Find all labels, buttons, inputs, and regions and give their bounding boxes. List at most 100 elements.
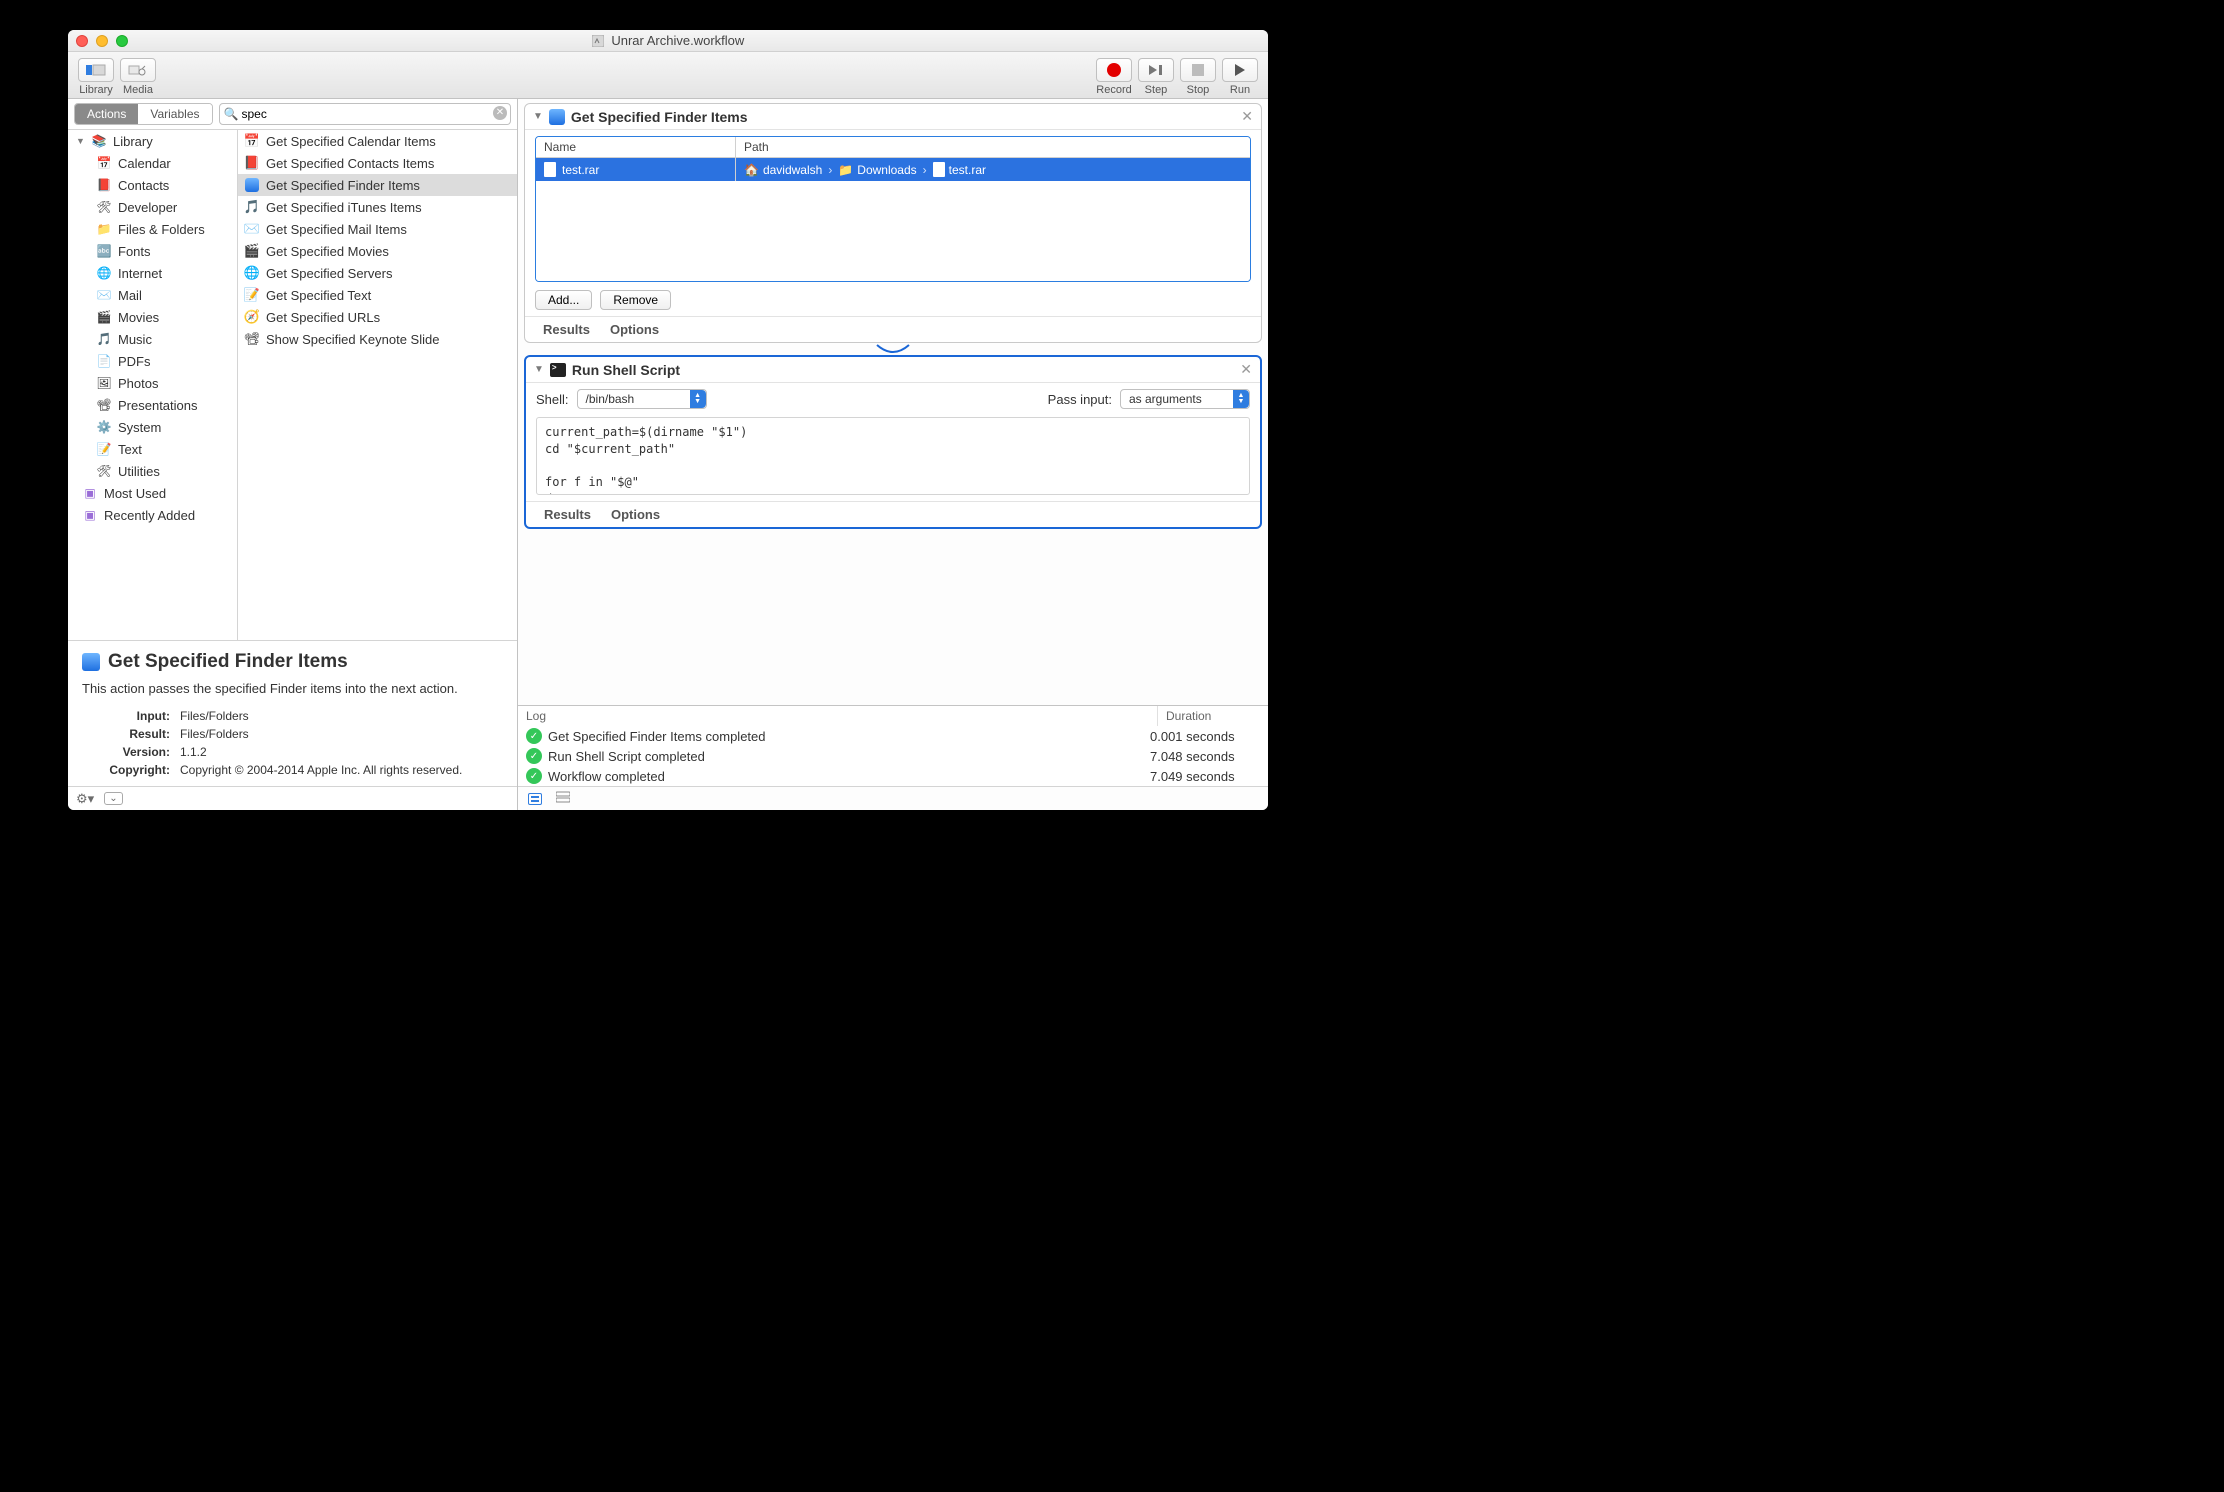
document-icon <box>544 162 556 177</box>
category-icon: 🔤 <box>96 243 112 259</box>
document-icon <box>933 162 945 177</box>
action-list-item[interactable]: 📝Get Specified Text <box>238 284 517 306</box>
pass-input-label: Pass input: <box>1048 392 1112 407</box>
options-tab[interactable]: Options <box>611 507 660 522</box>
smart-folder-icon: ▣ <box>82 507 98 523</box>
action-list-item[interactable]: 🎵Get Specified iTunes Items <box>238 196 517 218</box>
library-category[interactable]: 🌐Internet <box>68 262 237 284</box>
script-textarea[interactable]: current_path=$(dirname "$1") cd "$curren… <box>536 417 1250 495</box>
action-icon: 📽 <box>244 331 260 347</box>
gear-icon[interactable]: ⚙︎▾ <box>76 791 94 807</box>
workflow-action-shell-script[interactable]: ▼ Run Shell Script ✕ Shell: /bin/bash ▲▼ <box>524 355 1262 529</box>
action-list-item[interactable]: ✉️Get Specified Mail Items <box>238 218 517 240</box>
options-tab[interactable]: Options <box>610 322 659 337</box>
remove-button[interactable]: Remove <box>600 290 671 310</box>
shell-select[interactable]: /bin/bash ▲▼ <box>577 389 707 409</box>
terminal-icon <box>550 363 566 377</box>
library-category[interactable]: 🛠Utilities <box>68 460 237 482</box>
library-tree[interactable]: ▼ 📚 Library 📅Calendar📕Contacts🛠Developer… <box>68 130 238 640</box>
results-tab[interactable]: Results <box>544 507 591 522</box>
log-view-icon[interactable] <box>528 793 542 805</box>
workflow-panel: ▼ Get Specified Finder Items ✕ Name Path <box>518 99 1268 810</box>
workflow-action-finder-items[interactable]: ▼ Get Specified Finder Items ✕ Name Path <box>524 103 1262 343</box>
action-icon: 🎬 <box>244 243 260 259</box>
log-panel: Log Duration ✓Get Specified Finder Items… <box>518 705 1268 786</box>
library-category[interactable]: 🔤Fonts <box>68 240 237 262</box>
finder-items-table[interactable]: Name Path test.rar 🏠 davidwalsh <box>535 136 1251 282</box>
action-list-item[interactable]: 📅Get Specified Calendar Items <box>238 130 517 152</box>
shell-label: Shell: <box>536 392 569 407</box>
record-icon <box>1107 63 1121 77</box>
run-button[interactable]: Run <box>1222 58 1258 96</box>
item-path: 🏠 davidwalsh › 📁 Downloads › test.rar <box>736 158 1250 181</box>
checkmark-icon: ✓ <box>526 768 542 784</box>
library-root[interactable]: ▼ 📚 Library <box>68 130 237 152</box>
automator-window: Unrar Archive.workflow Library Media Rec… <box>68 30 1268 810</box>
library-category[interactable]: 📕Contacts <box>68 174 237 196</box>
media-button[interactable]: Media <box>120 58 156 96</box>
duration-header[interactable]: Duration <box>1158 706 1268 726</box>
library-category[interactable]: 🎬Movies <box>68 306 237 328</box>
window-title: Unrar Archive.workflow <box>68 33 1268 48</box>
stop-button[interactable]: Stop <box>1180 58 1216 96</box>
actions-variables-segment[interactable]: Actions Variables <box>74 103 213 125</box>
library-category[interactable]: ✉️Mail <box>68 284 237 306</box>
library-category[interactable]: 🎵Music <box>68 328 237 350</box>
search-field[interactable]: 🔍 ✕ <box>219 103 512 125</box>
table-row[interactable]: test.rar 🏠 davidwalsh › 📁 Downloads › te… <box>536 158 1250 181</box>
chevron-updown-icon: ▲▼ <box>690 390 706 408</box>
pass-input-select[interactable]: as arguments ▲▼ <box>1120 389 1250 409</box>
category-icon: 🌐 <box>96 265 112 281</box>
library-category[interactable]: 📅Calendar <box>68 152 237 174</box>
home-icon: 🏠 <box>744 163 759 177</box>
tab-actions[interactable]: Actions <box>75 104 138 124</box>
action-list-item[interactable]: 🧭Get Specified URLs <box>238 306 517 328</box>
chevron-updown-icon: ▲▼ <box>1233 390 1249 408</box>
library-category[interactable]: ⚙️System <box>68 416 237 438</box>
search-icon: 🔍 <box>224 107 239 121</box>
library-category[interactable]: 🛠Developer <box>68 196 237 218</box>
col-header-path[interactable]: Path <box>736 137 1250 157</box>
action-icon: 📕 <box>244 155 260 171</box>
remove-action-button[interactable]: ✕ <box>1241 108 1253 125</box>
toggle-description-icon[interactable]: ⌄ <box>104 792 122 805</box>
action-icon <box>244 177 260 193</box>
library-category[interactable]: 📄PDFs <box>68 350 237 372</box>
finder-icon <box>549 109 565 125</box>
library-category[interactable]: 📽Presentations <box>68 394 237 416</box>
log-row: ✓Run Shell Script completed7.048 seconds <box>518 746 1268 766</box>
remove-action-button[interactable]: ✕ <box>1240 361 1252 378</box>
library-button[interactable]: Library <box>78 58 114 96</box>
checkmark-icon: ✓ <box>526 748 542 764</box>
disclosure-icon[interactable]: ▼ <box>533 111 543 122</box>
clear-search-button[interactable]: ✕ <box>493 106 507 120</box>
search-input[interactable] <box>219 103 512 125</box>
record-button[interactable]: Record <box>1096 58 1132 96</box>
item-name: test.rar <box>562 163 599 177</box>
category-icon: 📁 <box>96 221 112 237</box>
action-list-item[interactable]: 📕Get Specified Contacts Items <box>238 152 517 174</box>
step-button[interactable]: Step <box>1138 58 1174 96</box>
action-list-item[interactable]: 📽Show Specified Keynote Slide <box>238 328 517 350</box>
action-list[interactable]: 📅Get Specified Calendar Items📕Get Specif… <box>238 130 517 640</box>
log-row: ✓Workflow completed7.049 seconds <box>518 766 1268 786</box>
disclosure-icon[interactable]: ▼ <box>534 364 544 375</box>
col-header-name[interactable]: Name <box>536 137 736 157</box>
toolbar: Library Media Record Step Stop Run <box>68 52 1268 99</box>
log-header[interactable]: Log <box>518 706 1158 726</box>
list-view-icon[interactable] <box>556 791 570 806</box>
add-button[interactable]: Add... <box>535 290 592 310</box>
library-smart-folder[interactable]: ▣Recently Added <box>68 504 237 526</box>
action-list-item[interactable]: 🎬Get Specified Movies <box>238 240 517 262</box>
library-smart-folder[interactable]: ▣Most Used <box>68 482 237 504</box>
library-category[interactable]: 🖼Photos <box>68 372 237 394</box>
category-icon: 📅 <box>96 155 112 171</box>
library-category[interactable]: 📝Text <box>68 438 237 460</box>
results-tab[interactable]: Results <box>543 322 590 337</box>
library-category[interactable]: 📁Files & Folders <box>68 218 237 240</box>
action-list-item[interactable]: Get Specified Finder Items <box>238 174 517 196</box>
category-icon: 🎬 <box>96 309 112 325</box>
action-list-item[interactable]: 🌐Get Specified Servers <box>238 262 517 284</box>
log-row: ✓Get Specified Finder Items completed0.0… <box>518 726 1268 746</box>
tab-variables[interactable]: Variables <box>138 104 211 124</box>
